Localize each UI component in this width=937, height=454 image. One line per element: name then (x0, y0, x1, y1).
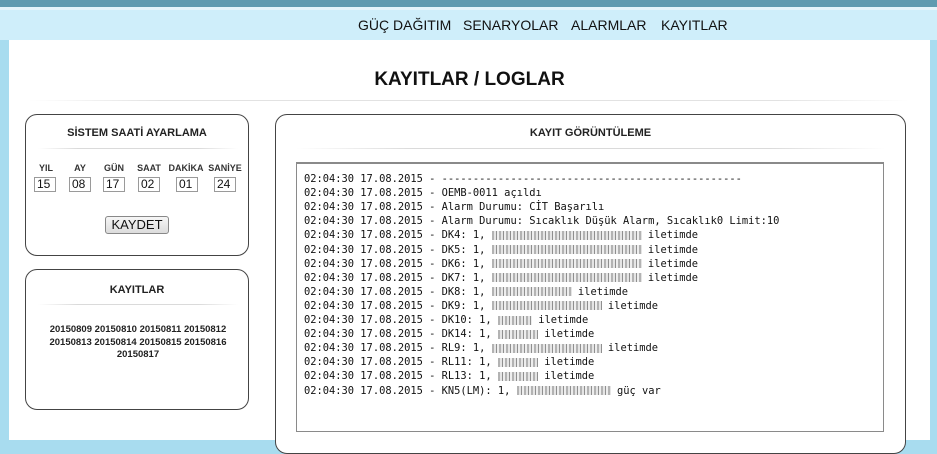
log-line-text: 02:04:30 17.08.2015 - DK7: 1, (304, 271, 492, 284)
page-title: KAYITLAR / LOGLAR (374, 69, 565, 90)
log-line: 02:04:30 17.08.2015 - DK5: 1, iletimde (304, 244, 698, 256)
log-line-status: iletimde (537, 370, 595, 383)
log-line: 02:04:30 17.08.2015 - DK4: 1, iletimde (304, 229, 698, 241)
log-line: 02:04:30 17.08.2015 - Alarm Durumu: Sıca… (304, 215, 779, 227)
log-line-status: iletimde (601, 299, 658, 312)
log-textarea[interactable]: 02:04:30 17.08.2015 - ------------------… (296, 162, 884, 432)
month-input[interactable]: 08 (69, 177, 91, 192)
redacted-device-name (497, 315, 532, 325)
log-line: 02:04:30 17.08.2015 - ------------------… (304, 173, 742, 185)
nav-alarmlar[interactable]: ALARMLAR (571, 17, 646, 33)
redacted-device-name (491, 230, 642, 240)
day-label: GÜN (104, 163, 124, 173)
log-line: 02:04:30 17.08.2015 - DK9: 1, iletimde (304, 300, 658, 312)
title-divider (29, 100, 909, 101)
log-line-status: iletimde (641, 257, 698, 270)
year-input[interactable]: 15 (34, 177, 56, 192)
log-file-link[interactable]: 20150813 (49, 337, 91, 348)
log-file-link[interactable]: 20150810 (95, 324, 137, 335)
redacted-device-name (491, 245, 642, 254)
log-line-text: 02:04:30 17.08.2015 - KN5(LM): 1, (304, 384, 517, 397)
log-line: 02:04:30 17.08.2015 - RL13: 1, iletimde (304, 370, 594, 382)
minute-label: DAKİKA (168, 163, 204, 173)
log-file-link[interactable]: 20150812 (184, 324, 226, 335)
redacted-device-name (491, 343, 602, 353)
log-line-text: 02:04:30 17.08.2015 - DK5: 1, (304, 243, 492, 256)
log-file-link[interactable]: 20150815 (139, 337, 181, 348)
log-line: 02:04:30 17.08.2015 - Alarm Durumu: CİT … (304, 201, 604, 213)
log-line: 02:04:30 17.08.2015 - RL9: 1, iletimde (304, 342, 658, 354)
redacted-device-name (491, 273, 642, 283)
log-line-text: 02:04:30 17.08.2015 - OEMB-0011 açıldı (304, 187, 542, 200)
panel-separator (38, 304, 238, 305)
records-panel: KAYITLAR 20150809 20150810 20150811 2015… (25, 269, 249, 410)
log-line-status: iletimde (537, 356, 595, 369)
second-input[interactable]: 24 (214, 177, 236, 192)
redacted-device-name (497, 329, 538, 339)
log-line: 02:04:30 17.08.2015 - OEMB-0011 açıldı (304, 187, 542, 199)
log-line-text: 02:04:30 17.08.2015 - DK8: 1, (304, 285, 492, 298)
log-line-text: 02:04:30 17.08.2015 - DK9: 1, (304, 299, 492, 312)
log-line: 02:04:30 17.08.2015 - DK14: 1, iletimde (304, 328, 594, 340)
top-nav: GÜÇ DAĞITIM SENARYOLAR ALARMLAR KAYITLAR (0, 10, 937, 40)
day-input[interactable]: 17 (103, 177, 125, 192)
log-line-status: iletimde (641, 243, 698, 256)
records-title: KAYITLAR (109, 284, 165, 296)
log-line-status: iletimde (601, 342, 658, 355)
log-line-text: 02:04:30 17.08.2015 - DK14: 1, (304, 328, 498, 341)
log-line-status: iletimde (537, 328, 595, 341)
panel-separator (296, 148, 886, 149)
log-line-text: 02:04:30 17.08.2015 - Alarm Durumu: Sıca… (304, 215, 780, 228)
redacted-device-name (497, 371, 538, 381)
system-time-panel: SİSTEM SAATİ AYARLAMA YIL AY GÜN SAAT DA… (25, 114, 249, 256)
log-file-link[interactable]: 20150817 (117, 349, 159, 360)
log-line: 02:04:30 17.08.2015 - DK7: 1, iletimde (304, 272, 698, 284)
hour-input[interactable]: 02 (138, 177, 160, 192)
redacted-device-name (491, 301, 602, 311)
redacted-device-name (516, 386, 611, 395)
nav-senaryolar[interactable]: SENARYOLAR (463, 17, 558, 33)
log-line-status: iletimde (571, 285, 628, 298)
redacted-device-name (497, 357, 538, 367)
redacted-device-name (491, 287, 572, 297)
log-line-text: 02:04:30 17.08.2015 - Alarm Durumu: CİT … (304, 201, 605, 214)
log-line-text: 02:04:30 17.08.2015 - DK10: 1, (304, 314, 498, 326)
log-line: 02:04:30 17.08.2015 - DK8: 1, iletimde (304, 286, 628, 298)
log-line-status: iletimde (531, 314, 589, 326)
log-file-link[interactable]: 20150809 (50, 324, 92, 335)
nav-guc-dagitim[interactable]: GÜÇ DAĞITIM (358, 17, 451, 33)
log-line: 02:04:30 17.08.2015 - DK6: 1, iletimde (304, 258, 698, 270)
log-line: 02:04:30 17.08.2015 - KN5(LM): 1, güç va… (304, 385, 661, 397)
log-line: 02:04:30 17.08.2015 - DK10: 1, iletimde (304, 314, 588, 326)
log-line-status: iletimde (641, 271, 698, 284)
log-line-text: 02:04:30 17.08.2015 - DK4: 1, (304, 229, 492, 242)
log-file-list: 20150809 20150810 20150811 20150812 2015… (36, 324, 240, 362)
log-line-status: güç var (610, 384, 661, 397)
minute-input[interactable]: 01 (176, 177, 198, 192)
system-time-title: SİSTEM SAATİ AYARLAMA (67, 127, 207, 139)
log-file-link[interactable]: 20150811 (140, 324, 182, 335)
log-viewer-title: KAYIT GÖRÜNTÜLEME (529, 127, 652, 139)
log-file-link[interactable]: 20150814 (94, 337, 136, 348)
top-border (0, 0, 937, 7)
second-label: SANİYE (208, 163, 242, 173)
save-button[interactable]: KAYDET (105, 216, 169, 234)
log-line-text: 02:04:30 17.08.2015 - DK6: 1, (304, 257, 492, 270)
log-viewer-panel: KAYIT GÖRÜNTÜLEME 02:04:30 17.08.2015 - … (275, 114, 906, 454)
panel-separator (38, 148, 238, 149)
log-line-text: 02:04:30 17.08.2015 - ------------------… (304, 173, 742, 185)
log-line: 02:04:30 17.08.2015 - RL11: 1, iletimde (304, 356, 594, 368)
log-line-text: 02:04:30 17.08.2015 - RL13: 1, (304, 370, 498, 383)
nav-kayitlar[interactable]: KAYITLAR (661, 17, 728, 33)
log-line-status: iletimde (641, 229, 698, 242)
log-line-text: 02:04:30 17.08.2015 - RL9: 1, (304, 342, 492, 355)
main-content: KAYITLAR / LOGLAR SİSTEM SAATİ AYARLAMA … (9, 40, 930, 454)
log-file-link[interactable]: 20150816 (184, 337, 226, 348)
log-line-text: 02:04:30 17.08.2015 - RL11: 1, (304, 356, 498, 369)
redacted-device-name (491, 259, 642, 269)
hour-label: SAAT (137, 163, 161, 173)
